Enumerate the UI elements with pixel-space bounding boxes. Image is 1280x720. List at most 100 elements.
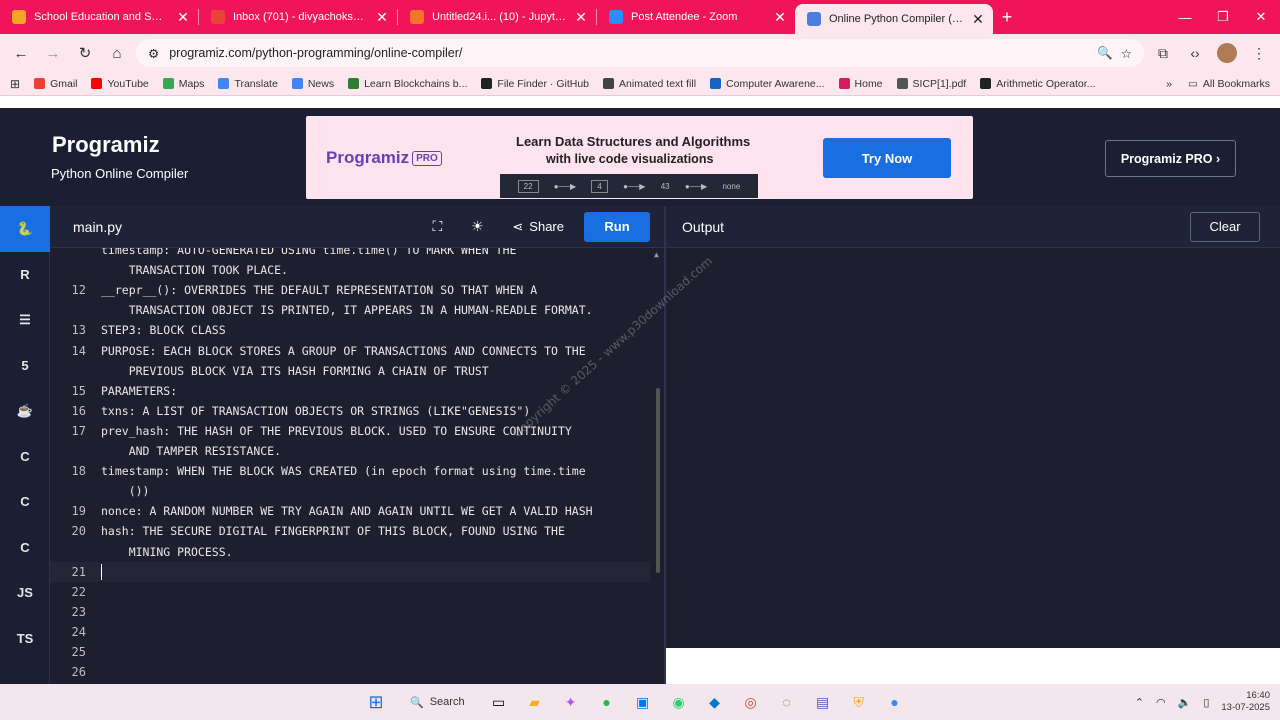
volume-icon[interactable]: 🔈 [1178,696,1192,709]
extensions-icon[interactable]: ⧉ [1150,40,1176,66]
code-line[interactable]: 22 [50,582,650,602]
theme-toggle-icon[interactable]: ☀ [462,212,492,242]
bookmark-item[interactable]: News [291,78,334,90]
rail-sql-icon[interactable]: ☰ [0,297,50,343]
promo-banner[interactable]: Programiz PRO Learn Data Structures and A… [306,116,973,199]
tab-close-icon[interactable]: ✕ [375,9,389,26]
bookmark-item[interactable]: Gmail [34,78,77,90]
site-info-icon[interactable]: ⚙ [148,46,159,61]
bookmark-item[interactable]: YouTube [91,78,149,90]
rail-html5-icon[interactable]: 5 [0,343,50,389]
try-now-button[interactable]: Try Now [823,138,951,178]
browser-tab[interactable]: Inbox (701) - divyachokshi8@g ✕ [199,0,397,34]
share-button[interactable]: ⋖ Share [502,212,574,242]
teams-icon[interactable]: ▤ [809,688,837,716]
file-tab[interactable]: main.py [73,219,122,235]
code-line[interactable]: TRANSACTION TOOK PLACE. [50,260,650,280]
more-bookmarks-icon[interactable]: » [1166,78,1172,90]
rail-ts-icon[interactable]: TS [0,616,50,662]
back-icon[interactable]: ← [8,40,34,66]
spotify-icon[interactable]: ● [593,688,621,716]
task-view-icon[interactable]: ▭ [485,688,513,716]
bookmark-item[interactable]: Computer Awarene... [710,78,825,90]
bookmark-item[interactable]: Maps [162,78,204,90]
rail-python-icon[interactable]: 🐍 [0,206,50,252]
copilot-icon[interactable]: ✦ [557,688,585,716]
apps-grid-icon[interactable]: ⊞ [10,77,20,91]
home-icon[interactable]: ⌂ [104,40,130,66]
code-line[interactable]: 19 nonce: A RANDOM NUMBER WE TRY AGAIN AN… [50,501,650,521]
code-line[interactable]: 26 [50,662,650,682]
battery-icon[interactable]: ▯ [1203,696,1209,709]
app-icon[interactable]: ◌ [773,688,801,716]
code-line[interactable]: 24 [50,622,650,642]
scroll-up-icon[interactable]: ▲ [654,250,659,259]
restore-icon[interactable]: ❐ [1204,0,1242,34]
bookmark-item[interactable]: Translate [218,78,278,90]
rail-js-icon[interactable]: JS [0,570,50,616]
zoom-icon[interactable]: 🔍 [1097,46,1113,61]
whatsapp-icon[interactable]: ◉ [665,688,693,716]
browser-tab[interactable]: School Education and Sport De ✕ [0,0,198,34]
editor-scrollbar[interactable] [656,388,660,573]
bookmark-star-icon[interactable]: ☆ [1121,46,1132,61]
windows-start-icon[interactable]: ⊞ [362,688,390,716]
code-line[interactable]: timestamp: AUTO-GENERATED USING time.tim… [50,248,650,260]
zoom-app-icon[interactable]: ● [881,688,909,716]
code-line[interactable]: 14 PURPOSE: EACH BLOCK STORES A GROUP OF … [50,341,650,361]
run-button[interactable]: Run [584,211,650,242]
wifi-icon[interactable]: ◠ [1156,696,1166,709]
rail-c-icon[interactable]: C [0,434,50,480]
all-bookmarks-button[interactable]: ▭ All Bookmarks [1188,78,1270,90]
taskbar-search[interactable]: 🔍 Search [398,688,477,716]
programiz-logo[interactable]: Programiz [52,132,160,158]
code-line[interactable]: AND TAMPER RESISTANCE. [50,441,650,461]
code-line[interactable]: 13 STEP3: BLOCK CLASS [50,320,650,340]
close-window-icon[interactable]: ✕ [1242,0,1280,34]
file-explorer-icon[interactable]: ▰ [521,688,549,716]
fullscreen-icon[interactable]: ⛶ [422,212,452,242]
devtools-icon[interactable]: ‹› [1182,40,1208,66]
browser-tab[interactable]: Untitled24.i... (10) - JupyterLab ✕ [398,0,596,34]
new-tab-icon[interactable]: + [993,7,1021,28]
bookmark-item[interactable]: Home [838,78,883,90]
vscode-icon[interactable]: ◆ [701,688,729,716]
bookmark-item[interactable]: SICP[1].pdf [896,78,966,90]
store-icon[interactable]: ▣ [629,688,657,716]
tab-close-icon[interactable]: ✕ [176,9,190,26]
bookmark-item[interactable]: Learn Blockchains b... [348,78,467,90]
code-line[interactable]: TRANSACTION OBJECT IS PRINTED, IT APPEAR… [50,300,650,320]
security-icon[interactable]: ⛨ [845,688,873,716]
clear-button[interactable]: Clear [1190,211,1260,242]
code-line[interactable]: 20 hash: THE SECURE DIGITAL FINGERPRINT O… [50,521,650,541]
menu-icon[interactable]: ⋮ [1246,40,1272,66]
tab-close-icon[interactable]: ✕ [574,9,588,26]
code-line[interactable]: 25 [50,642,650,662]
rail-csharp-icon[interactable]: C [0,525,50,571]
bookmark-item[interactable]: Arithmetic Operator... [980,78,1095,90]
code-line[interactable]: PREVIOUS BLOCK VIA ITS HASH FORMING A CH… [50,361,650,381]
bookmark-item[interactable]: File Finder · GitHub [481,78,589,90]
minimize-icon[interactable]: — [1166,0,1204,34]
rail-cpp-icon[interactable]: C [0,479,50,525]
code-line[interactable]: 21 [50,561,650,582]
code-line[interactable]: 23 [50,602,650,622]
rail-java-icon[interactable]: ☕ [0,388,50,434]
code-line[interactable]: MINING PROCESS. [50,542,650,562]
forward-icon[interactable]: → [40,40,66,66]
browser-tab[interactable]: Post Attendee - Zoom ✕ [597,0,795,34]
rail-r-icon[interactable]: R [0,252,50,298]
tab-close-icon[interactable]: ✕ [971,11,985,28]
bookmark-item[interactable]: Animated text fill [603,78,696,90]
code-line[interactable]: 12 __repr__(): OVERRIDES THE DEFAULT REPR… [50,280,650,300]
code-editor[interactable]: ▲ timestamp: AUTO-GENERATED USING time.t… [50,248,664,684]
chrome-icon[interactable]: ◎ [737,688,765,716]
reload-icon[interactable]: ↻ [72,40,98,66]
taskbar-clock[interactable]: 16:40 13-07-2025 [1221,690,1270,714]
code-line[interactable]: ()) [50,481,650,501]
profile-avatar[interactable] [1214,40,1240,66]
code-line[interactable]: 17 prev_hash: THE HASH OF THE PREVIOUS BL… [50,421,650,441]
url-input[interactable]: ⚙ programiz.com/python-programming/onlin… [136,39,1144,67]
programiz-pro-button[interactable]: Programiz PRO › [1105,140,1236,177]
browser-tab[interactable]: Online Python Compiler (Interp ✕ [795,4,993,34]
